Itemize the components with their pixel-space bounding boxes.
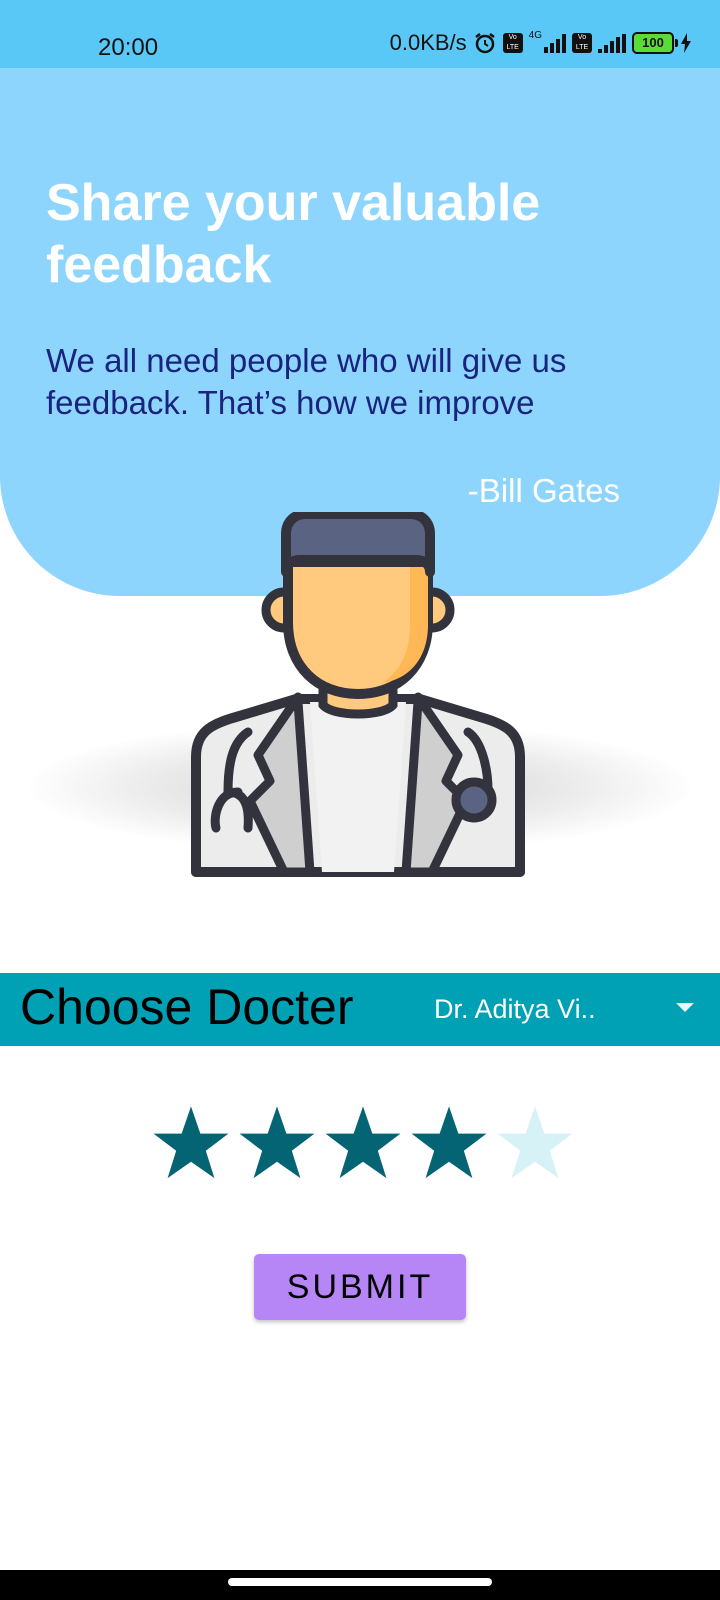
doctor-illustration — [191, 512, 525, 877]
choose-doctor-bar: Choose Docter Dr. Aditya Vi.. — [0, 973, 720, 1046]
star-filled-icon[interactable] — [238, 1104, 316, 1182]
star-filled-icon[interactable] — [410, 1104, 488, 1182]
star-empty-icon[interactable] — [496, 1104, 574, 1182]
status-icons: 0.0KB/s Vo LTE 4G Vo LTE 100 — [390, 30, 692, 56]
feedback-quote: We all need people who will give us feed… — [46, 342, 567, 421]
choose-doctor-label: Choose Docter — [20, 979, 354, 1035]
alarm-icon — [474, 33, 495, 54]
doctor-dropdown-value: Dr. Aditya Vi.. — [434, 994, 596, 1024]
page-title: Share your valuable feedback — [46, 174, 541, 294]
dropdown-arrow-icon — [676, 1003, 694, 1012]
volte-icon: Vo LTE — [572, 33, 592, 53]
quote-author: -Bill Gates — [467, 472, 620, 509]
star-filled-icon[interactable] — [152, 1104, 230, 1182]
star-filled-icon[interactable] — [324, 1104, 402, 1182]
volte-icon: Vo LTE — [502, 33, 523, 53]
network-type: 4G — [528, 29, 542, 41]
status-time: 20:00 — [98, 34, 159, 61]
network-speed: 0.0KB/s — [389, 30, 467, 55]
doctor-dropdown[interactable]: Dr. Aditya Vi.. — [420, 973, 720, 1046]
signal-icon — [544, 33, 566, 53]
navigation-bar — [0, 1570, 720, 1600]
signal-icon — [598, 33, 626, 53]
status-bar: 20:00 0.0KB/s Vo LTE 4G Vo LTE 100 — [0, 0, 720, 68]
rating-bar[interactable] — [152, 1104, 592, 1194]
submit-button[interactable]: SUBMIT — [254, 1254, 466, 1320]
charging-icon — [681, 33, 691, 53]
home-indicator[interactable] — [228, 1578, 492, 1586]
battery-icon: 100 — [632, 32, 678, 54]
